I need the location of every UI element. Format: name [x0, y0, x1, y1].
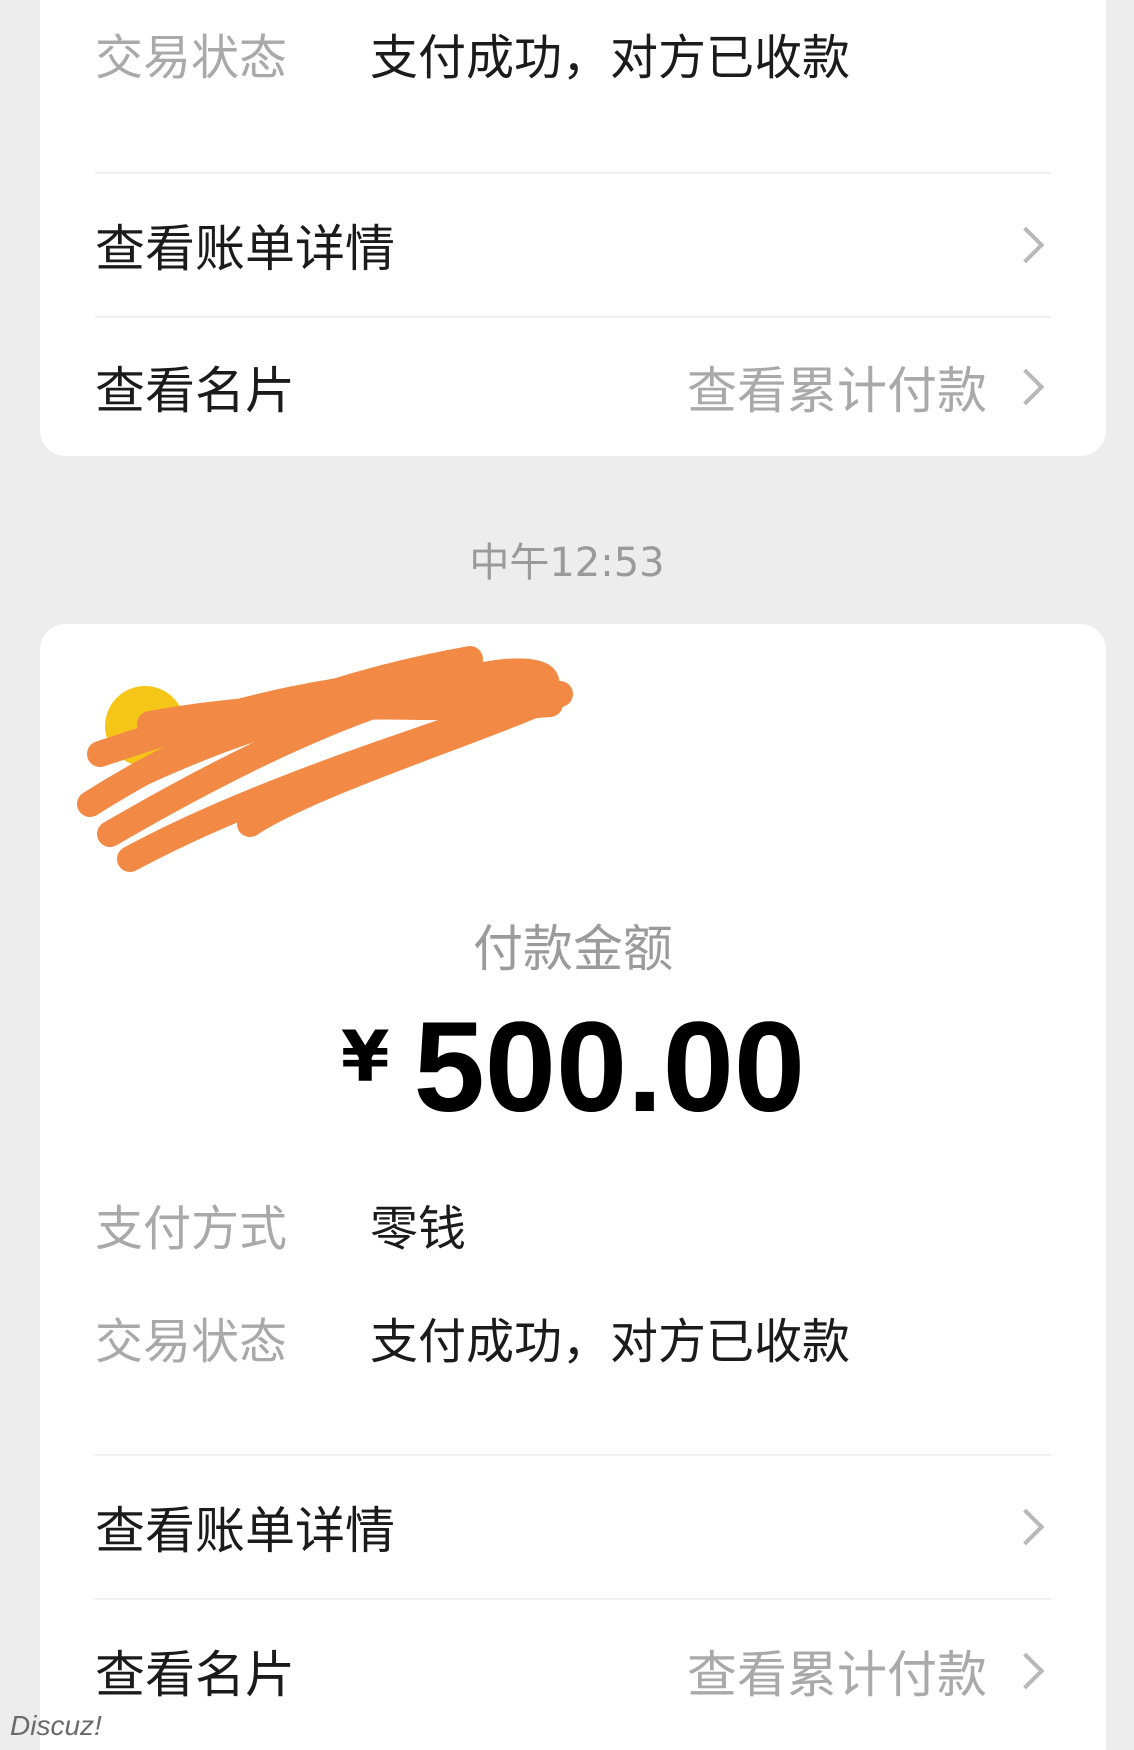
payment-card-previous: 交易状态 支付成功，对方已收款 查看账单详情 查看名片 查看累计付款 [40, 0, 1106, 456]
status-row: 交易状态 支付成功，对方已收款 [95, 1302, 1051, 1372]
currency-symbol: ¥ [340, 1016, 390, 1098]
redaction-scribble [77, 646, 573, 872]
payment-method-label: 支付方式 [95, 1201, 288, 1257]
bill-details-link[interactable]: 查看账单详情 [95, 1456, 1051, 1598]
view-card-link[interactable]: 查看名片 查看累计付款 [95, 1600, 1051, 1742]
bill-details-label: 查看账单详情 [95, 220, 395, 278]
chevron-right-icon [1007, 368, 1045, 406]
payment-card: 付款金额 ¥500.00 支付方式 零钱 交易状态 支付成功，对方已收款 查看账… [40, 624, 1106, 1750]
status-label: 交易状态 [95, 30, 288, 86]
chevron-right-icon [1007, 226, 1045, 264]
bill-details-label: 查看账单详情 [95, 1502, 395, 1560]
cumulative-payment-link[interactable]: 查看累计付款 [687, 1635, 987, 1707]
view-card-label: 查看名片 [95, 1646, 295, 1704]
status-value: 支付成功，对方已收款 [370, 30, 851, 86]
cumulative-payment-link[interactable]: 查看累计付款 [687, 351, 987, 423]
status-value: 支付成功，对方已收款 [370, 1314, 851, 1370]
status-label: 交易状态 [95, 1314, 288, 1370]
amount-value: 500.00 [413, 996, 806, 1139]
view-card-label: 查看名片 [95, 362, 295, 420]
payment-amount: ¥500.00 [40, 994, 1106, 1141]
chevron-right-icon [1007, 1652, 1045, 1690]
amount-label: 付款金额 [473, 920, 673, 978]
payment-method-value: 零钱 [370, 1201, 467, 1257]
chevron-right-icon [1007, 1508, 1045, 1546]
view-card-link[interactable]: 查看名片 查看累计付款 [95, 318, 1051, 456]
payment-method-row: 支付方式 零钱 [95, 1189, 1051, 1259]
watermark: Discuz! [10, 1710, 102, 1741]
bill-details-link[interactable]: 查看账单详情 [95, 174, 1051, 316]
message-time: 中午12:53 [469, 540, 665, 586]
status-row: 交易状态 支付成功，对方已收款 [95, 18, 1051, 88]
